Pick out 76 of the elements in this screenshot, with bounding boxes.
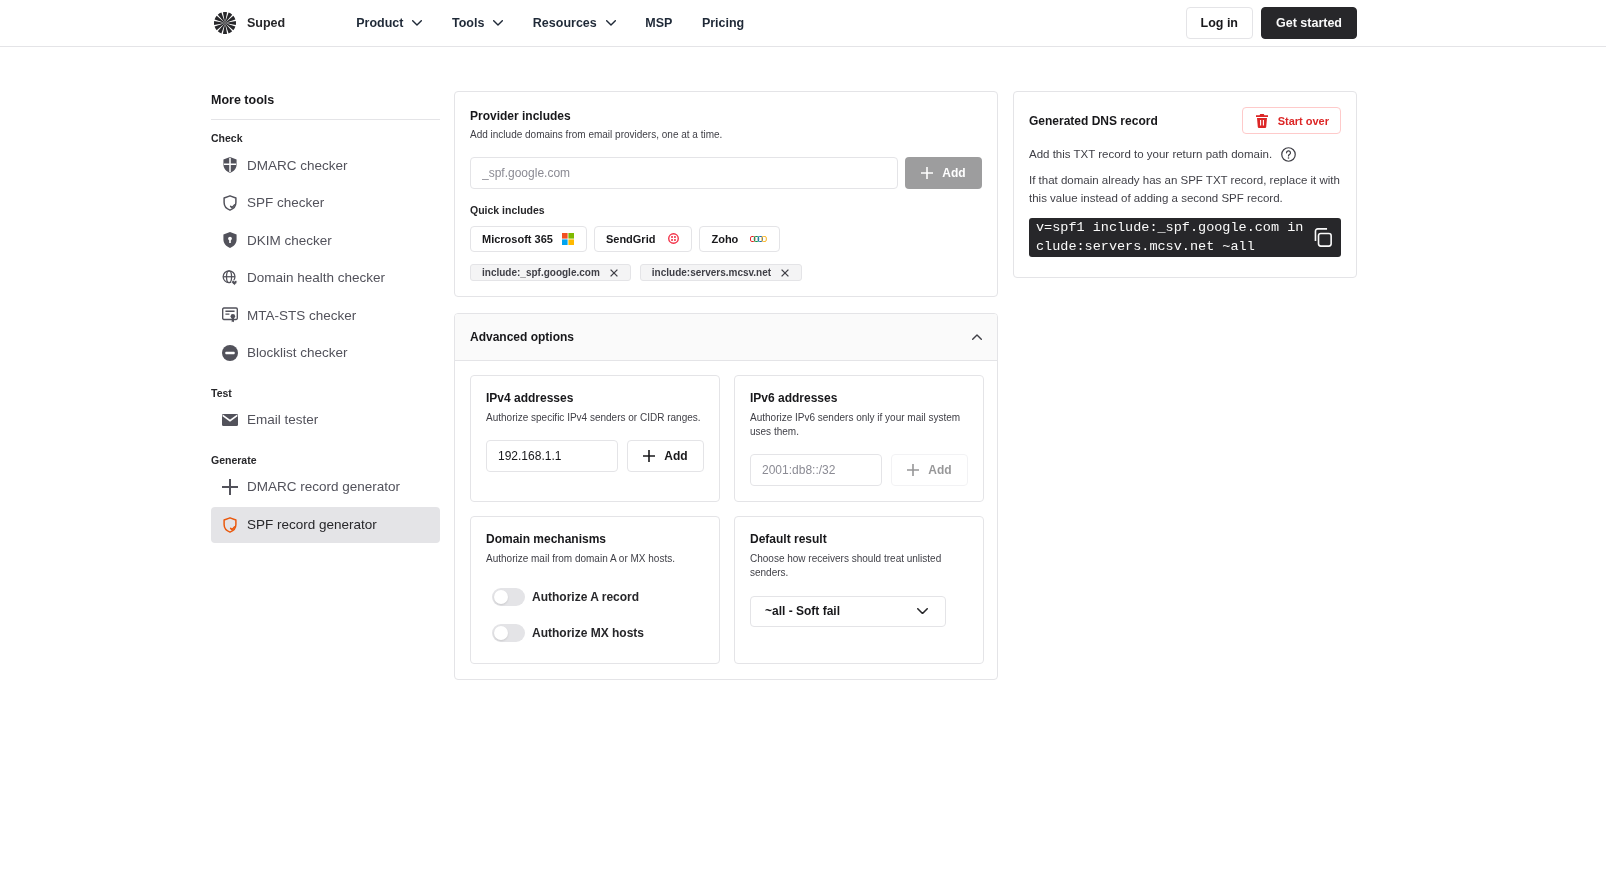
start-over-button[interactable]: Start over bbox=[1241, 107, 1341, 134]
shield-keyhole-icon bbox=[222, 232, 238, 249]
nav-menu-button[interactable]: Product bbox=[356, 16, 423, 30]
tag-label: include:_spf.google.com bbox=[482, 267, 600, 278]
shield-check-icon bbox=[222, 194, 238, 211]
quick-include-button[interactable]: Microsoft 365 bbox=[470, 225, 587, 252]
sidebar-title: More tools bbox=[211, 91, 440, 120]
input-field[interactable]: _spf.google.com bbox=[470, 157, 898, 189]
add-button[interactable]: Add bbox=[627, 440, 704, 472]
no-entry-icon bbox=[222, 344, 238, 361]
toggle-switch[interactable] bbox=[492, 588, 525, 606]
section-heading: Check bbox=[211, 131, 244, 145]
quick-include-button[interactable]: Zoho bbox=[699, 225, 781, 252]
accordion-header[interactable]: Advanced options bbox=[455, 314, 997, 361]
section-label: Quick includes bbox=[470, 203, 546, 217]
input-field[interactable]: 2001:db8::/32 bbox=[750, 454, 882, 486]
nav-link[interactable]: Pricing bbox=[701, 16, 745, 30]
panel-title: IPv4 addresses bbox=[486, 390, 575, 407]
select-dropdown[interactable]: ~all - Soft fail bbox=[750, 595, 946, 627]
copy-icon[interactable] bbox=[1313, 228, 1332, 247]
record-text: v=spf1 include:_spf.google.com include:servers.mcsv.net ~all bbox=[1036, 219, 1305, 256]
certificate-icon bbox=[222, 307, 238, 324]
nav-menu-button[interactable]: Tools bbox=[451, 16, 504, 30]
shield-icon bbox=[222, 157, 238, 173]
chevron-down-icon bbox=[605, 20, 616, 26]
toggle-label: Authorize MX hosts bbox=[532, 626, 644, 640]
description-text: Add this TXT record to your return path domain. bbox=[1029, 147, 1273, 162]
envelope-icon bbox=[222, 411, 238, 428]
card-subtitle: Add include domains from email providers, one at a time. bbox=[470, 128, 724, 142]
sidebar-item[interactable]: Blocklist checker bbox=[211, 334, 440, 371]
quick-include-button[interactable]: SendGrid bbox=[593, 225, 693, 252]
shield-check-icon bbox=[222, 516, 238, 533]
trash-icon bbox=[1255, 113, 1268, 128]
panel-title: IPv6 addresses bbox=[750, 390, 839, 407]
panel-subtitle: Authorize mail from domain A or MX hosts. bbox=[486, 552, 676, 566]
sidebar-item[interactable]: SPF record generator bbox=[211, 506, 440, 543]
help-icon[interactable] bbox=[1281, 147, 1297, 162]
close-icon[interactable] bbox=[609, 268, 618, 277]
home-link[interactable]: Suped bbox=[211, 12, 286, 34]
chevron-down-icon bbox=[412, 20, 423, 26]
sidebar-item[interactable]: SPF checker bbox=[211, 184, 440, 221]
panel-title: Default result bbox=[750, 531, 828, 548]
sidebar-item[interactable]: Domain health checker bbox=[211, 259, 440, 296]
chevron-down-icon bbox=[493, 20, 504, 26]
card-title: Generated DNS record bbox=[1029, 112, 1158, 130]
toggle-switch[interactable] bbox=[492, 624, 525, 642]
section-heading: Test bbox=[211, 385, 233, 400]
tag-label: include:servers.mcsv.net bbox=[651, 267, 772, 278]
sidebar-item[interactable]: Email tester bbox=[211, 401, 440, 438]
plus-icon bbox=[643, 450, 656, 462]
rings-icon bbox=[750, 235, 768, 242]
section-heading: Generate bbox=[211, 452, 258, 467]
note-text: If that domain already has an SPF TXT record, replace it with this value instead of adding a second SPF record. bbox=[1029, 172, 1341, 206]
panel-subtitle: Choose how receivers should treat unlisted senders. bbox=[750, 552, 943, 580]
four-squares-icon bbox=[561, 232, 574, 245]
nav-link[interactable]: MSP bbox=[645, 16, 673, 30]
toggle-label: Authorize A record bbox=[532, 590, 640, 604]
panel-subtitle: Authorize specific IPv4 senders or CIDR ranges. bbox=[486, 411, 702, 425]
card-title: Provider includes bbox=[470, 108, 572, 125]
plus-icon bbox=[222, 478, 238, 495]
login-button[interactable]: Log in bbox=[1185, 7, 1253, 39]
panel-title: Domain mechanisms bbox=[486, 531, 608, 548]
nav-menu-button[interactable]: Resources bbox=[532, 16, 616, 30]
close-icon[interactable] bbox=[781, 268, 790, 277]
panel-subtitle: Authorize IPv6 senders only if your mail system uses them. bbox=[750, 411, 962, 439]
plus-icon bbox=[921, 167, 934, 179]
logo-icon bbox=[214, 12, 236, 34]
get-started-button[interactable]: Get started bbox=[1261, 7, 1357, 39]
chevron-down-icon bbox=[917, 607, 928, 615]
input-field[interactable]: 192.168.1.1 bbox=[486, 440, 618, 472]
ring-dots-icon bbox=[668, 233, 680, 245]
sidebar-item[interactable]: MTA-STS checker bbox=[211, 297, 440, 334]
sidebar-item[interactable]: DMARC checker bbox=[211, 147, 440, 183]
sidebar-item[interactable]: DMARC record generator bbox=[211, 468, 440, 505]
plus-icon bbox=[907, 464, 920, 476]
sidebar-item[interactable]: DKIM checker bbox=[211, 222, 440, 259]
